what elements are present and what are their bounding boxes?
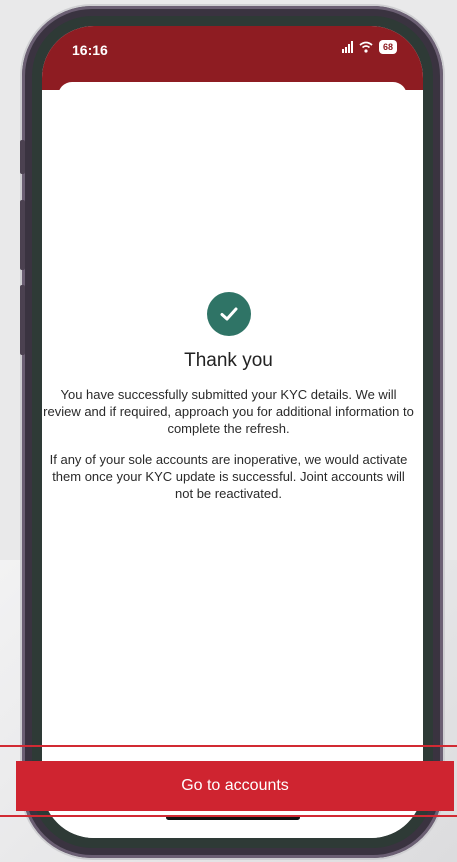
go-to-accounts-button[interactable]: Go to accounts (16, 761, 454, 811)
battery-icon: 68 (378, 40, 397, 54)
side-button-volume-up (20, 200, 25, 270)
check-icon (206, 292, 251, 336)
side-button-mute (20, 140, 25, 174)
status-icons: 68 (341, 40, 397, 54)
checkmark-glyph (220, 307, 237, 321)
signal-icon (341, 41, 353, 53)
status-time: 16:16 (72, 42, 108, 58)
confirmation-message-2: If any of your sole accounts are inopera… (49, 452, 408, 501)
confirmation-title: Thank you (184, 350, 273, 371)
wifi-icon (359, 41, 373, 53)
confirmation-content: Thank you You have successfully submitte… (0, 292, 457, 502)
confirmation-message-1: You have successfully submitted your KYC… (43, 387, 414, 436)
status-bar: 16:16 68 (42, 26, 423, 90)
